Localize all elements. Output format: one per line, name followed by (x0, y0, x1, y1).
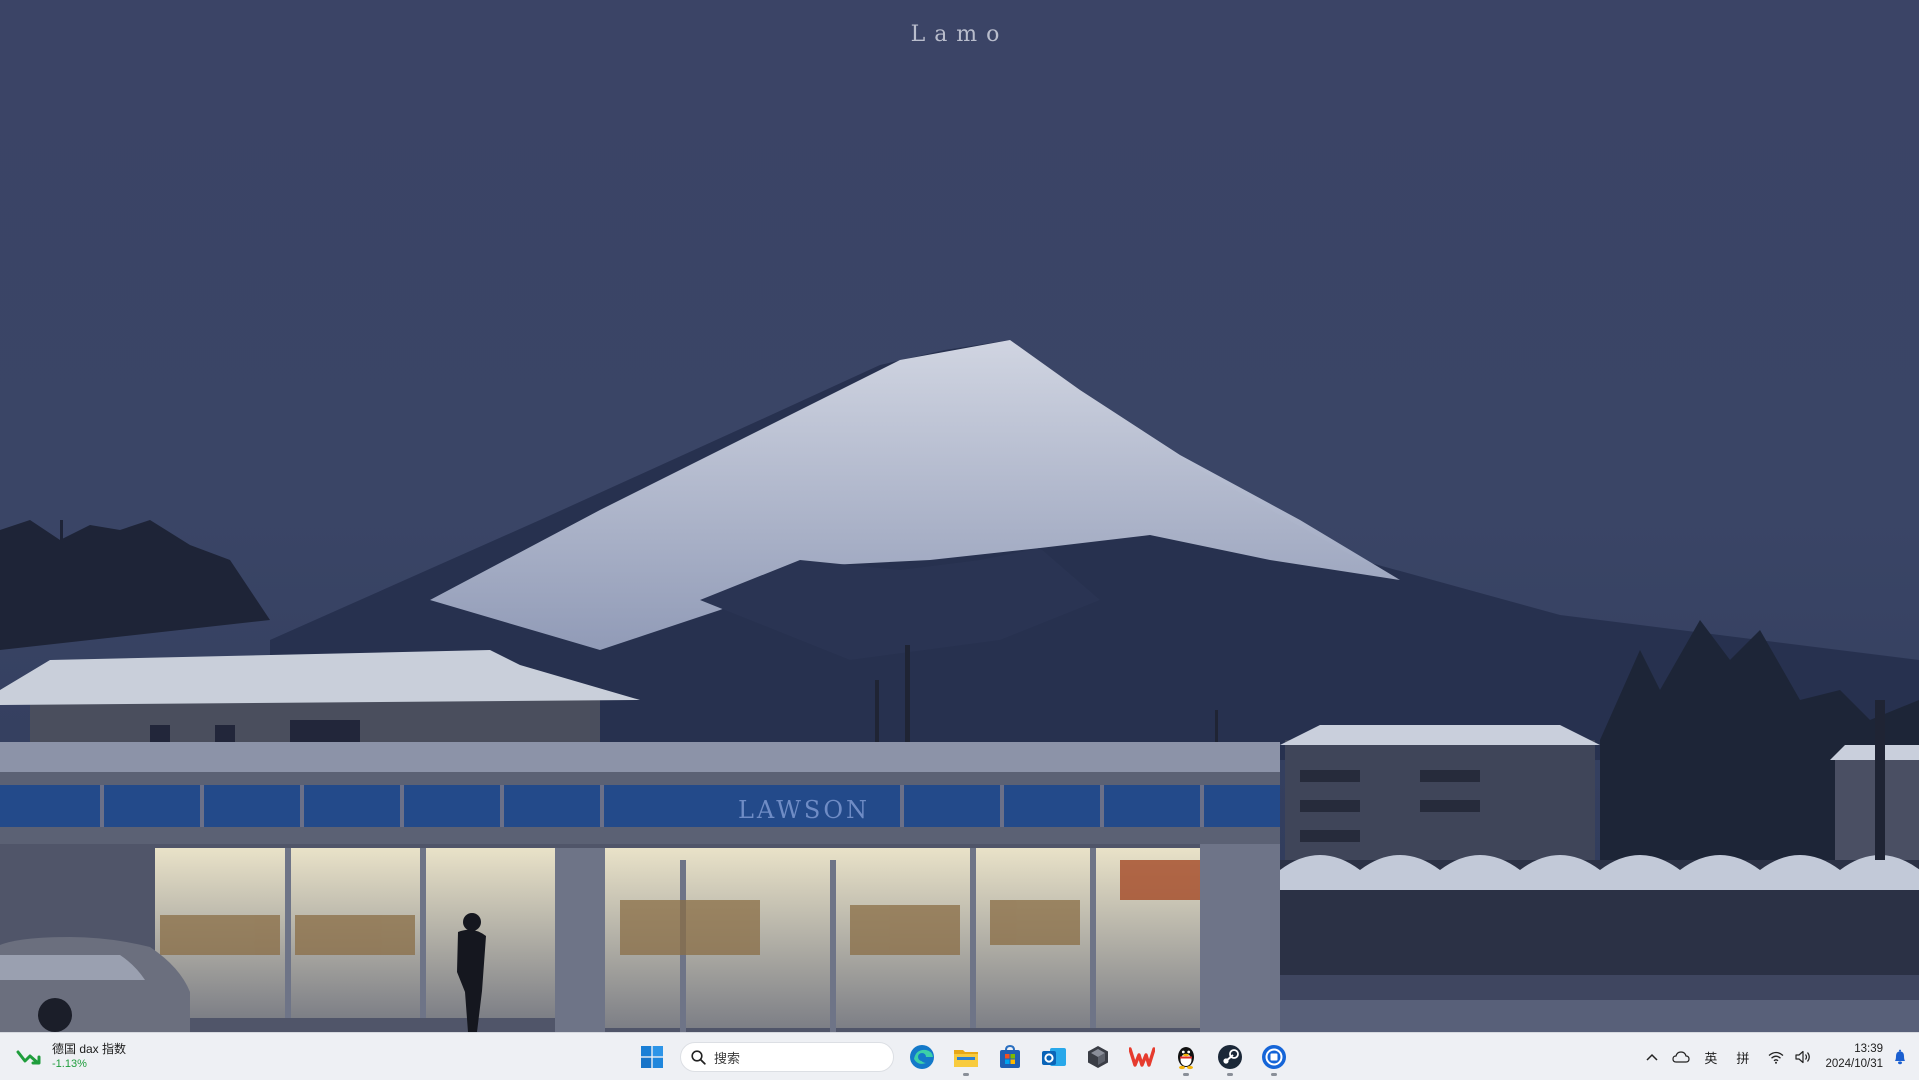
taskbar-app-wps[interactable] (1122, 1037, 1162, 1077)
bell-icon (1895, 1049, 1905, 1065)
taskbar-app-microsoft-store[interactable] (990, 1037, 1030, 1077)
ime-mode-button[interactable]: 拼 (1724, 1037, 1761, 1077)
taskbar-app-file-explorer[interactable] (946, 1037, 986, 1077)
taskbar-app-steam[interactable] (1210, 1037, 1250, 1077)
taskbar-center: 搜索 (632, 1037, 1294, 1077)
chevron-up-icon (1646, 1053, 1658, 1061)
desktop[interactable]: LAWSON Lamo (0, 0, 1919, 1032)
taskbar-app-unity-hub[interactable] (1078, 1037, 1118, 1077)
ime-language-button[interactable]: 英 (1697, 1037, 1724, 1077)
search-label: 搜索 (714, 1050, 741, 1066)
running-indicator (1183, 1073, 1189, 1076)
notifications-button[interactable] (1891, 1037, 1911, 1077)
edge-icon (910, 1045, 934, 1069)
running-indicator (963, 1073, 969, 1076)
clock-time: 13:39 (1854, 1043, 1883, 1055)
taskbar-app-blue[interactable] (1254, 1037, 1294, 1077)
search-icon (691, 1049, 706, 1065)
show-hidden-icons-button[interactable] (1639, 1037, 1665, 1077)
taskbar-app-outlook[interactable] (1034, 1037, 1074, 1077)
folder-icon (954, 1050, 978, 1067)
steam-icon (1218, 1045, 1242, 1069)
taskbar-search-box[interactable]: 搜索 (680, 1042, 894, 1072)
system-tray: 英 拼 13:39 2024/10/31 (1639, 1037, 1911, 1077)
store-icon (1000, 1045, 1020, 1068)
running-indicator (1227, 1073, 1233, 1076)
volume-button[interactable] (1791, 1037, 1815, 1077)
stock-widget[interactable]: 德国 dax 指数 -1.13% (16, 1039, 126, 1075)
taskbar-app-qq[interactable] (1166, 1037, 1206, 1077)
wifi-icon (1769, 1051, 1784, 1064)
start-button[interactable] (632, 1037, 672, 1077)
cube-icon (1088, 1046, 1108, 1068)
volume-icon (1795, 1050, 1811, 1064)
widget-title: 德国 dax 指数 (52, 1042, 127, 1056)
clock-date: 2024/10/31 (1825, 1058, 1883, 1070)
penguin-icon (1178, 1047, 1194, 1070)
app-blue-icon (1262, 1045, 1286, 1069)
cloud-icon (1672, 1051, 1691, 1063)
widget-value: -1.13% (52, 1058, 87, 1070)
outlook-icon (1042, 1048, 1066, 1066)
desktop-overlay-title: Lamo (910, 22, 1009, 47)
running-indicator (1271, 1073, 1277, 1076)
onedrive-button[interactable] (1665, 1037, 1697, 1077)
trend-down-icon (16, 1050, 41, 1065)
svg-text:LAWSON: LAWSON (738, 796, 870, 824)
windows-logo-icon (641, 1046, 663, 1068)
network-button[interactable] (1761, 1037, 1791, 1077)
clock-button[interactable]: 13:39 2024/10/31 (1815, 1042, 1891, 1072)
wps-icon (1129, 1047, 1155, 1067)
taskbar: 德国 dax 指数 -1.13% 搜索 英 拼 13:39 2024/10/31 (0, 1032, 1919, 1080)
taskbar-app-edge[interactable] (902, 1037, 942, 1077)
wallpaper: LAWSON (0, 0, 1919, 1032)
